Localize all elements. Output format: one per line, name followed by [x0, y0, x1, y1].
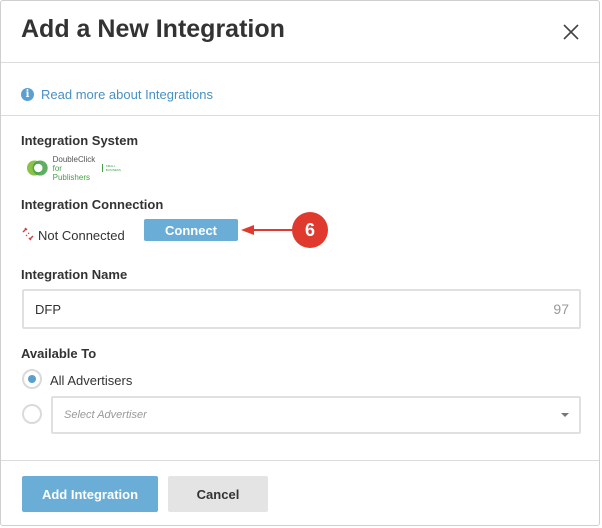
- available-to-label: Available To: [21, 346, 97, 361]
- status-text: Not Connected: [38, 227, 125, 243]
- logo-line2: for Publishers: [52, 163, 90, 182]
- cancel-button[interactable]: Cancel: [168, 476, 268, 512]
- remaining-char-count: 97: [553, 301, 569, 317]
- integration-name-field[interactable]: 97: [22, 289, 581, 329]
- add-integration-button[interactable]: Add Integration: [22, 476, 158, 512]
- select-advertiser-placeholder: Select Advertiser: [64, 409, 147, 421]
- modal-title: Add a New Integration: [21, 15, 285, 43]
- info-circle-icon: i: [21, 87, 34, 101]
- radio-all-advertisers-label: All Advertisers: [50, 373, 133, 388]
- broken-link-icon: [21, 226, 35, 244]
- close-icon[interactable]: [560, 21, 582, 43]
- modal-header: Add a New Integration: [1, 1, 599, 63]
- info-row: i Read more about Integrations: [21, 84, 213, 104]
- radio-all-advertisers[interactable]: [22, 369, 42, 389]
- integration-connection-label: Integration Connection: [21, 197, 164, 212]
- add-integration-modal: Add a New Integration i Read more about …: [0, 0, 600, 526]
- integration-name-input[interactable]: [35, 301, 435, 317]
- integration-name-label: Integration Name: [21, 267, 128, 282]
- doubleclick-logo-icon: [26, 160, 48, 176]
- connection-status: Not Connected: [21, 226, 125, 244]
- logo-small-business: SMALL BUSINESS: [101, 164, 130, 172]
- section-divider: [1, 115, 599, 116]
- doubleclick-logo: DoubleClick for Publishers SMALL BUSINES…: [26, 155, 130, 182]
- read-more-link[interactable]: Read more about Integrations: [41, 87, 213, 102]
- radio-select-advertiser[interactable]: [22, 404, 42, 424]
- connect-button[interactable]: Connect: [144, 219, 238, 241]
- annotation-arrow: [241, 225, 293, 235]
- select-advertiser-dropdown[interactable]: Select Advertiser: [51, 396, 581, 434]
- integration-system-label: Integration System: [21, 133, 139, 148]
- step-number-badge: 6: [292, 212, 328, 248]
- logo-text: DoubleClick for Publishers: [53, 155, 99, 182]
- logo-line1: DoubleClick: [52, 154, 96, 164]
- chevron-down-icon: [561, 413, 569, 417]
